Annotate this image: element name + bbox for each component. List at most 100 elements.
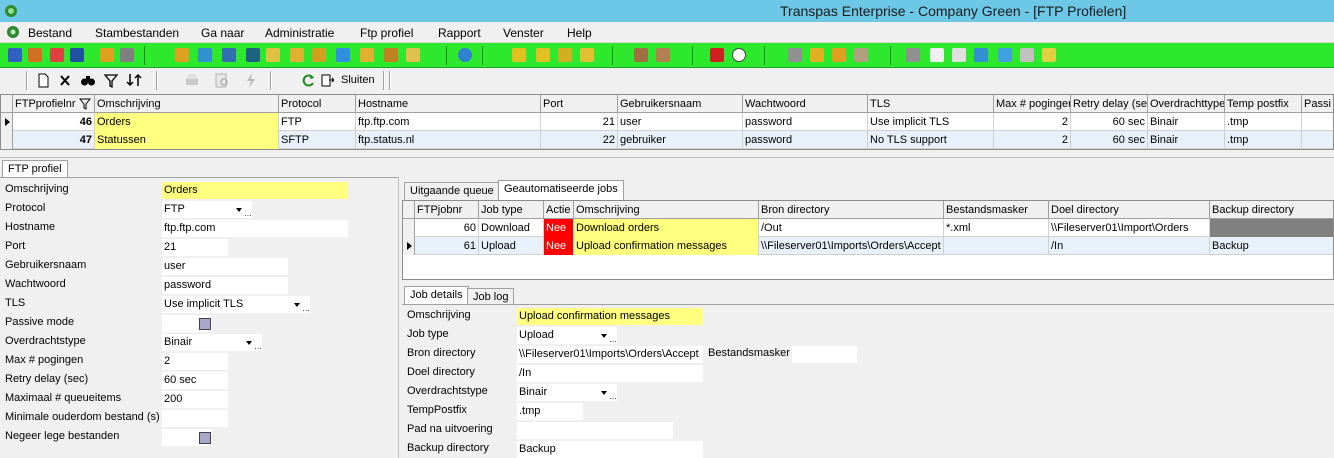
col-port[interactable]: Port [541,95,618,113]
cell-omschrijving[interactable]: Upload confirmation messages [574,237,759,255]
cell-omschrijving[interactable]: Orders [95,113,279,131]
job-type-select[interactable]: Upload … [517,327,617,344]
wachtwoord-field[interactable]: password [162,277,288,294]
users-icon[interactable] [50,48,64,62]
col-wachtwoord[interactable]: Wachtwoord [743,95,868,113]
cell-ftpprofielnr[interactable]: 47 [13,131,95,149]
col-passive[interactable]: Passi [1302,95,1333,113]
cell-doel-directory[interactable]: \\Fileserver01\Import\Orders [1049,219,1210,237]
cell-passive[interactable] [1302,131,1333,149]
cell-backup-directory[interactable]: Backup [1210,237,1333,255]
col-bron-directory[interactable]: Bron directory [759,201,944,219]
cell-passive[interactable] [1302,113,1333,131]
cell-doel-directory[interactable]: /In [1049,237,1210,255]
box-icon[interactable] [656,48,670,62]
cell-retry-delay[interactable]: 60 sec [1071,113,1148,131]
close-button[interactable]: Sluiten [320,72,376,89]
col-tls[interactable]: TLS [868,95,994,113]
calendar-icon[interactable] [360,48,374,62]
menu-help[interactable]: Help [567,26,592,40]
cell-ftpjobnr[interactable]: 60 [415,219,479,237]
cell-tls[interactable]: No TLS support [868,131,994,149]
cell-actie[interactable]: Nee [544,237,574,255]
protocol-select[interactable]: FTP … [162,201,252,218]
overdrachtstype-select[interactable]: Binair … [162,334,262,351]
truck-icon[interactable] [28,48,42,62]
backup-directory-field[interactable]: Backup [517,441,703,458]
temp-postfix-field[interactable]: .tmp [517,403,583,420]
print-icon[interactable] [906,48,920,62]
tab-job-log[interactable]: Job log [467,288,515,304]
cell-retry-delay[interactable]: 60 sec [1071,131,1148,149]
max-pogingen-field[interactable]: 2 [162,353,228,370]
cell-protocol[interactable]: SFTP [279,131,356,149]
cell-tls[interactable]: Use implicit TLS [868,113,994,131]
cell-wachtwoord[interactable]: password [743,131,868,149]
tab-ftp-profiel[interactable]: FTP profiel [2,160,68,178]
tab-uitgaande-queue[interactable]: Uitgaande queue [404,182,500,200]
negeer-lege-checkbox[interactable] [199,432,211,444]
settings-icon[interactable] [120,48,134,62]
col-retry-delay[interactable]: Retry delay (sec) [1071,95,1148,113]
job-omschrijving-field[interactable]: Upload confirmation messages [517,308,703,325]
new-icon[interactable] [36,72,50,89]
col-omschrijving[interactable]: Omschrijving [95,95,279,113]
cell-protocol[interactable]: FTP [279,113,356,131]
chart-icon[interactable] [222,48,236,62]
min-ouderdom-field[interactable] [162,410,228,427]
cell-max-pogingen[interactable]: 2 [994,113,1071,131]
menu-administratie[interactable]: Administratie [265,26,334,40]
truck-load-icon[interactable] [536,48,550,62]
menu-venster[interactable]: Venster [503,26,544,40]
mail-icon[interactable] [974,48,988,62]
clock-icon[interactable] [732,48,746,62]
delete-icon[interactable] [58,72,72,89]
hierarchy-icon[interactable] [246,48,260,62]
ftp-icon[interactable] [1042,48,1056,62]
max-queueitems-field[interactable]: 200 [162,391,228,408]
binoculars-icon[interactable] [80,72,96,89]
column-filter-icon[interactable] [79,98,91,110]
tab-geautomatiseerde-jobs[interactable]: Geautomatiseerde jobs [498,180,624,200]
gebruikersnaam-field[interactable]: user [162,258,288,275]
hostname-field[interactable]: ftp.ftp.com [162,220,348,237]
col-bestandsmasker[interactable]: Bestandsmasker [944,201,1049,219]
cell-actie[interactable]: Nee [544,219,574,237]
doel-directory-field[interactable]: /In [517,365,703,382]
col-omschrijving[interactable]: Omschrijving [574,201,759,219]
truck-route-icon[interactable] [580,48,594,62]
cell-temp-postfix[interactable]: .tmp [1225,113,1302,131]
address-icon[interactable] [100,48,114,62]
menu-stambestanden[interactable]: Stambestanden [95,26,179,40]
pad-na-uitvoering-field[interactable] [517,422,673,439]
menu-bestand[interactable]: Bestand [28,26,72,40]
col-backup-directory[interactable]: Backup directory [1210,201,1333,219]
horizontal-splitter[interactable] [0,150,1334,158]
bestandsmasker-field[interactable] [792,346,857,363]
table-row[interactable]: 46 Orders FTP ftp.ftp.com 21 user passwo… [1,113,1333,131]
cell-gebruikersnaam[interactable]: gebruiker [618,131,743,149]
menu-ga-naar[interactable]: Ga naar [201,26,244,40]
col-gebruikersnaam[interactable]: Gebruikersnaam [618,95,743,113]
retry-delay-field[interactable]: 60 sec [162,372,228,389]
cell-overdrachttype[interactable]: Binair [1148,131,1225,149]
col-hostname[interactable]: Hostname [356,95,541,113]
table-row[interactable]: 61 Upload Nee Upload confirmation messag… [403,237,1333,255]
edit-icon[interactable] [290,48,304,62]
truck-yellow-icon[interactable] [512,48,526,62]
table-row[interactable]: 60 Download Nee Download orders /Out *.x… [403,219,1333,237]
key-icon[interactable] [1020,48,1034,62]
table-row[interactable]: 47 Statussen SFTP ftp.status.nl 22 gebru… [1,131,1333,149]
refresh-icon[interactable] [302,72,316,89]
menu-ftp-profiel[interactable]: Ftp profiel [360,26,413,40]
cell-max-pogingen[interactable]: 2 [994,131,1071,149]
col-temp-postfix[interactable]: Temp postfix [1225,95,1302,113]
stamp-icon[interactable] [406,48,420,62]
col-job-type[interactable]: Job type [479,201,544,219]
home-icon[interactable] [8,48,22,62]
sort-icon[interactable] [126,72,144,89]
cell-port[interactable]: 22 [541,131,618,149]
col-protocol[interactable]: Protocol [279,95,356,113]
document-icon[interactable] [336,48,350,62]
passive-mode-checkbox[interactable] [199,318,211,330]
